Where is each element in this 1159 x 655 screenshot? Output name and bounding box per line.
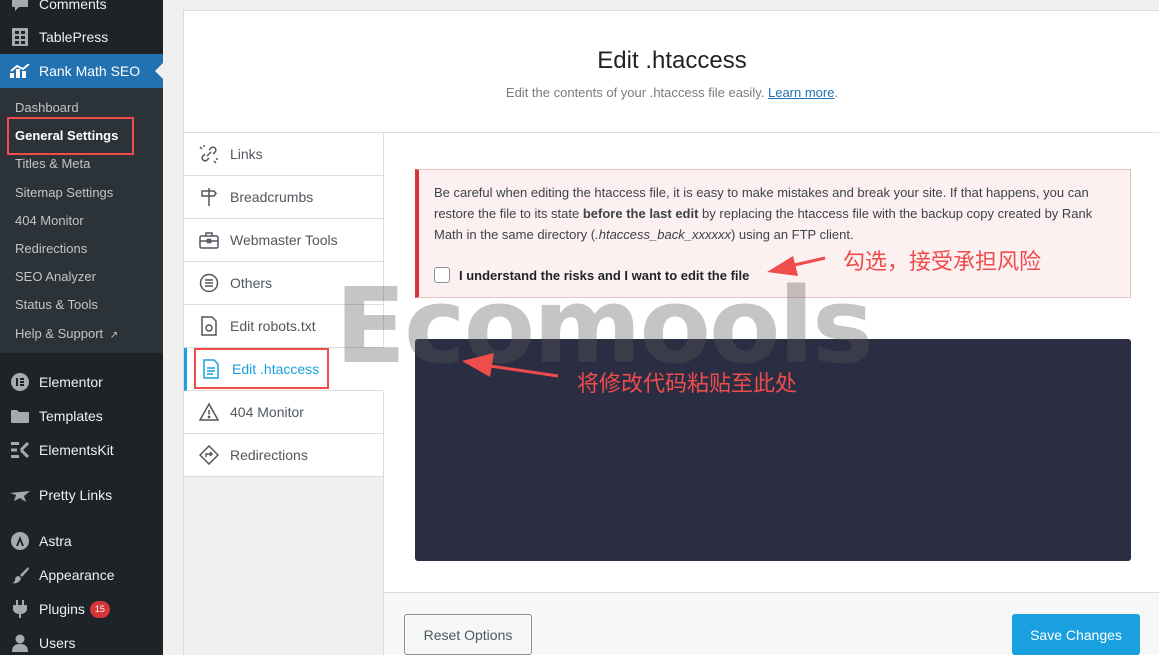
arrow-to-htaccess-tab bbox=[462, 353, 559, 378]
annotation-check-risks: 勾选，接受承担风险 bbox=[843, 250, 1042, 275]
annotation-arrows bbox=[462, 256, 826, 378]
annotation-paste-code: 将修改代码粘贴至此处 bbox=[577, 372, 798, 397]
arrow-to-checkbox bbox=[767, 256, 826, 276]
